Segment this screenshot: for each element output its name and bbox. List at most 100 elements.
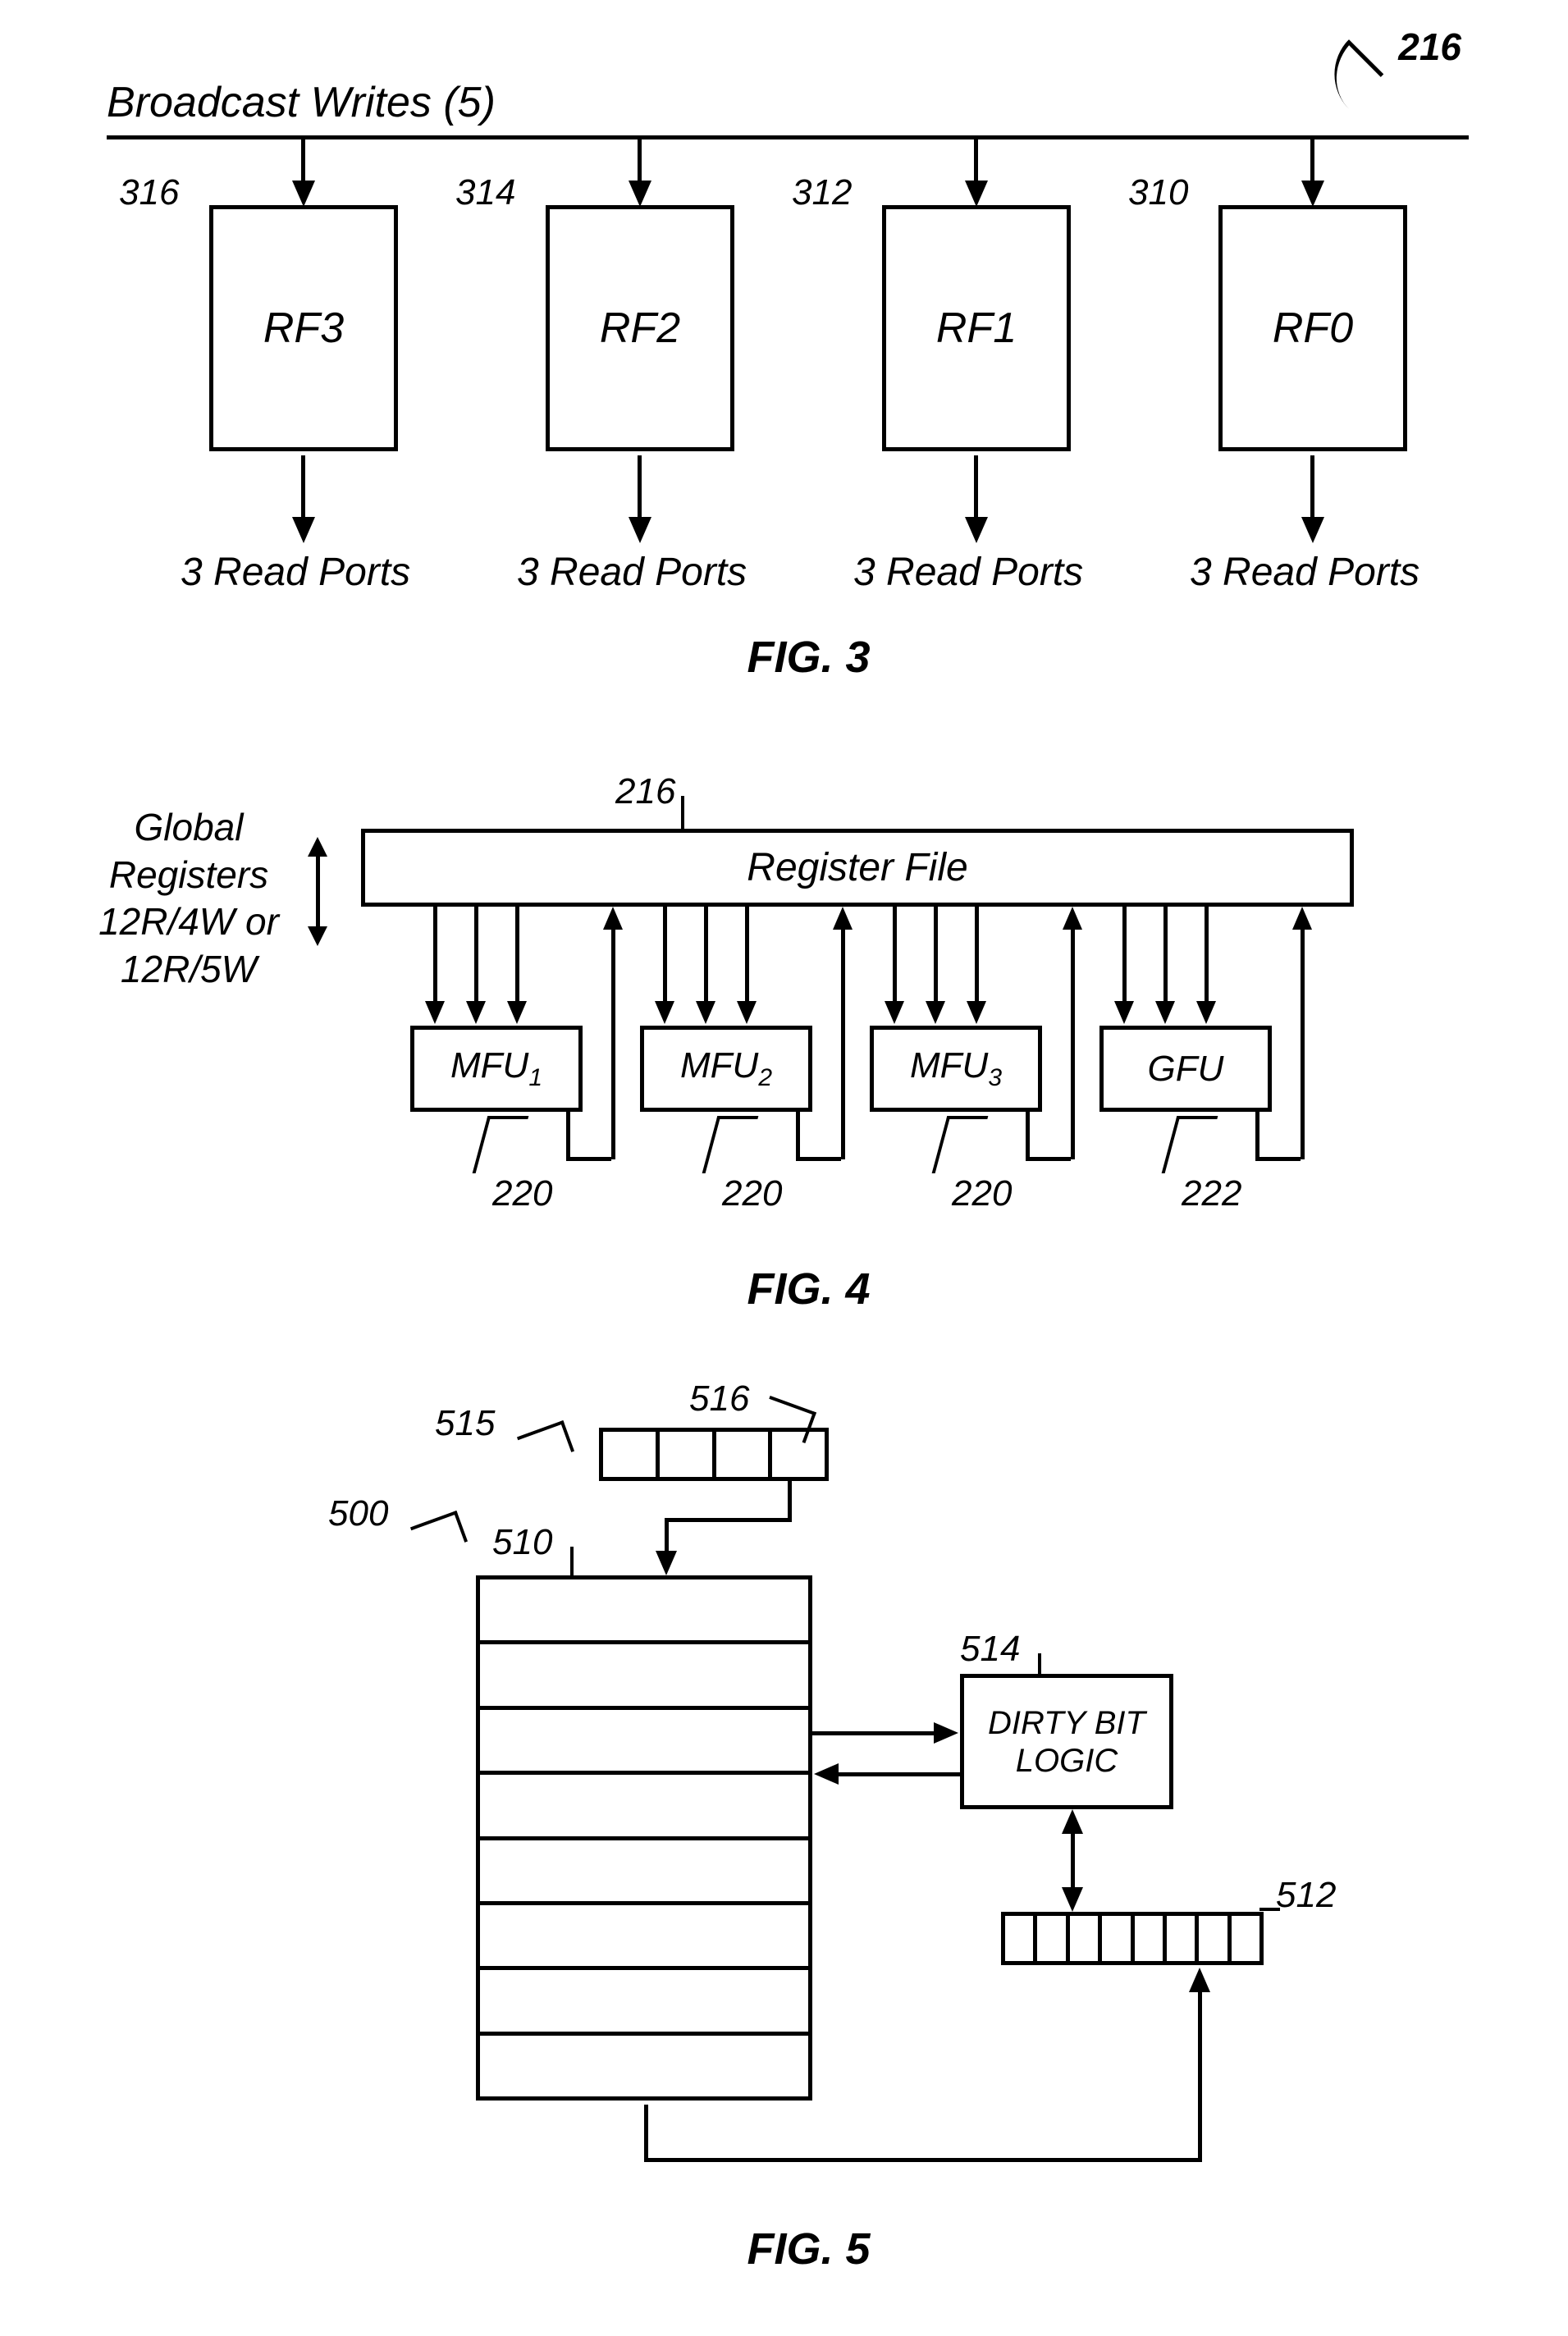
arrow-down-icon — [885, 1001, 904, 1024]
arrow-shaft — [474, 907, 478, 1005]
ref-label-512: 512 — [1276, 1875, 1336, 1916]
arrow-shaft — [611, 927, 615, 1159]
arrow-shaft — [841, 927, 845, 1159]
arrow-down-icon — [1155, 1001, 1175, 1024]
ref-label-220: 220 — [492, 1173, 552, 1214]
arrow-shaft — [566, 1112, 570, 1161]
leader-line — [517, 1420, 574, 1468]
global-registers-label: Global Registers 12R/4W or 12R/5W — [74, 804, 304, 993]
gfu-box: GFU — [1099, 1026, 1272, 1112]
arrow-down-icon — [656, 1551, 677, 1575]
arrow-shaft — [1122, 907, 1127, 1005]
arrow-left-icon — [814, 1763, 839, 1785]
arrow-shaft — [1310, 135, 1314, 185]
mfu2-box: MFU2 — [640, 1026, 812, 1112]
rf3-label: RF3 — [263, 304, 344, 353]
ref-label-310: 310 — [1128, 172, 1188, 213]
ref-label-216: 216 — [615, 771, 675, 812]
figure-4: Global Registers 12R/4W or 12R/5W 216 Re… — [25, 755, 1568, 1370]
ref-label-312: 312 — [792, 172, 852, 213]
leader-line — [570, 1547, 574, 1575]
arrow-right-icon — [934, 1722, 958, 1744]
arrow-down-icon — [696, 1001, 715, 1024]
ref-label-500: 500 — [328, 1493, 388, 1534]
stack-510 — [476, 1575, 812, 2101]
arrow-up-icon — [603, 907, 623, 930]
bidirectional-arrow-icon — [308, 837, 327, 946]
mfu2-label: MFU2 — [680, 1045, 772, 1092]
ref-label-220b: 220 — [722, 1173, 782, 1214]
leader-line — [932, 1116, 989, 1173]
arrow-down-icon — [629, 517, 651, 543]
arrow-shaft — [1071, 927, 1075, 1159]
ref-label-515: 515 — [435, 1403, 495, 1444]
arrow-down-icon — [965, 181, 988, 207]
arrow-shaft — [796, 1112, 800, 1161]
arrow-down-icon — [655, 1001, 674, 1024]
arrow-shaft — [665, 1518, 669, 1555]
fig5-caption: FIG. 5 — [25, 2224, 1568, 2274]
readports-label: 3 Read Ports — [1190, 550, 1419, 595]
arrow-shaft — [1205, 907, 1209, 1005]
arrow-down-icon — [507, 1001, 527, 1024]
arrow-shaft — [745, 907, 749, 1005]
leader-line — [1259, 1908, 1280, 1911]
leader-line — [1162, 1116, 1218, 1173]
arrow-shaft — [837, 1772, 960, 1776]
arrow-shaft — [644, 2158, 1202, 2162]
arrow-down-icon — [967, 1001, 986, 1024]
arrow-shaft — [515, 907, 519, 1005]
arrow-shaft — [1198, 1990, 1202, 2162]
register-file-label: Register File — [747, 845, 967, 890]
arrow-down-icon — [926, 1001, 945, 1024]
arrow-shaft — [812, 1731, 935, 1735]
arrow-shaft — [1026, 1157, 1071, 1161]
rf1-box: RF1 — [882, 205, 1071, 451]
arrow-down-icon — [1196, 1001, 1216, 1024]
dirty-bit-register-512 — [1001, 1912, 1264, 1965]
arrow-shaft — [644, 2105, 648, 2162]
arrow-shaft — [433, 907, 437, 1005]
rf0-box: RF0 — [1218, 205, 1407, 451]
arrow-up-icon — [1292, 907, 1312, 930]
arrow-shaft — [1163, 907, 1168, 1005]
arrow-down-icon — [629, 181, 651, 207]
arrow-up-icon — [833, 907, 853, 930]
rf1-label: RF1 — [936, 304, 1017, 353]
arrow-shaft — [566, 1157, 611, 1161]
arrow-up-icon — [1062, 1809, 1083, 1834]
arrow-shaft — [975, 907, 979, 1005]
mfu1-box: MFU1 — [410, 1026, 583, 1112]
mfu3-label: MFU3 — [910, 1045, 1002, 1092]
arrow-shaft — [1301, 927, 1305, 1159]
ref-label-514: 514 — [960, 1629, 1020, 1670]
arrow-shaft — [301, 135, 305, 185]
ref-label-220c: 220 — [952, 1173, 1012, 1214]
leader-line — [410, 1511, 468, 1558]
dirty-bit-logic-box: DIRTY BIT LOGIC — [960, 1674, 1173, 1809]
arrow-down-icon — [737, 1001, 757, 1024]
arrow-shaft — [704, 907, 708, 1005]
arrow-shaft — [638, 455, 642, 521]
rf2-label: RF2 — [600, 304, 680, 353]
broadcast-writes-label: Broadcast Writes (5) — [107, 78, 496, 127]
arrow-down-icon — [1301, 517, 1324, 543]
rf3-box: RF3 — [209, 205, 398, 451]
readports-label: 3 Read Ports — [181, 550, 410, 595]
ref-label-316: 316 — [119, 172, 179, 213]
readports-label: 3 Read Ports — [517, 550, 747, 595]
arrow-shaft — [638, 135, 642, 185]
arrow-down-icon — [1062, 1887, 1083, 1912]
ref-label-216: 216 — [1398, 25, 1461, 69]
arrow-shaft — [934, 907, 938, 1005]
arrow-shaft — [1071, 1830, 1075, 1891]
ref-label-222: 222 — [1182, 1173, 1241, 1214]
arrow-down-icon — [292, 181, 315, 207]
arrow-shaft — [788, 1481, 792, 1518]
arrow-down-icon — [292, 517, 315, 543]
register-file-box: Register File — [361, 829, 1354, 907]
leader-line — [1038, 1653, 1041, 1674]
dirty-bit-logic-label: DIRTY BIT LOGIC — [964, 1704, 1169, 1780]
arrow-up-icon — [1063, 907, 1082, 930]
arrow-down-icon — [1301, 181, 1324, 207]
